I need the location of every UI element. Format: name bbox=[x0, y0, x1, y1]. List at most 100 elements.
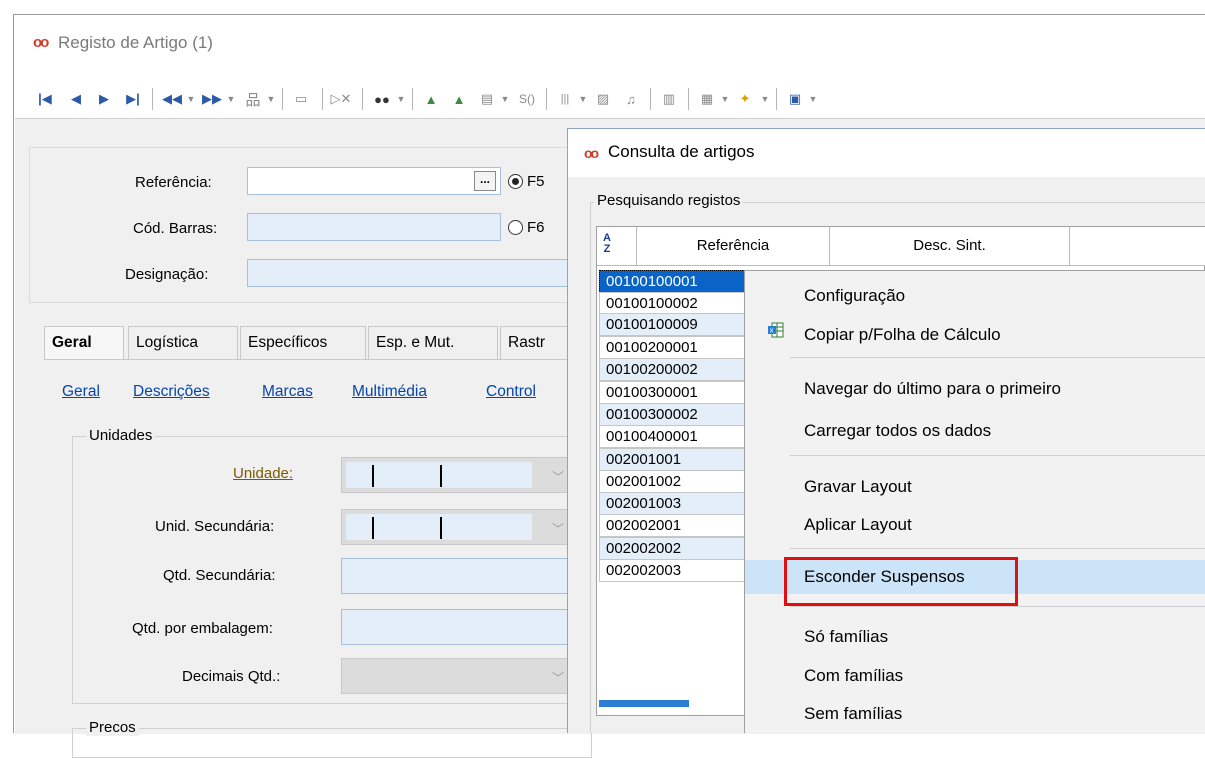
menu-separator bbox=[790, 548, 1205, 549]
table-row[interactable]: 002001003 bbox=[599, 492, 745, 515]
forward-icon[interactable]: ▶▶ bbox=[200, 90, 224, 108]
image-icon[interactable]: ▨ bbox=[592, 90, 614, 108]
hierarchy-icon[interactable]: 品 bbox=[242, 90, 264, 109]
chart-icon[interactable]: ▥ bbox=[658, 90, 680, 108]
tab-geral[interactable]: Geral bbox=[44, 326, 124, 360]
app-logo-icon: oo bbox=[33, 34, 49, 51]
unidade-separator bbox=[372, 465, 374, 487]
table-row[interactable]: 00100400001 bbox=[599, 425, 745, 448]
toolbar-separator bbox=[282, 88, 283, 110]
qtd-embalagem-input[interactable] bbox=[341, 609, 573, 645]
dropdown-arrow-icon[interactable]: ▼ bbox=[500, 90, 510, 108]
last-record-icon[interactable]: ▶| bbox=[124, 90, 142, 108]
codbarras-label: Cód. Barras: bbox=[133, 220, 218, 237]
menu-item-carregar-todos-dados[interactable]: Carregar todos os dados bbox=[745, 414, 1205, 448]
table-row[interactable]: 00100100002 bbox=[599, 292, 745, 315]
horizontal-scrollbar[interactable] bbox=[599, 700, 689, 707]
unid-secundaria-select[interactable]: ﹀ bbox=[341, 509, 571, 545]
app-logo-icon: oo bbox=[584, 145, 599, 161]
dialog-title: Consulta de artigos bbox=[608, 142, 755, 161]
tab-especificos[interactable]: Específicos bbox=[240, 326, 366, 360]
table-row[interactable]: 00100300002 bbox=[599, 403, 745, 426]
music-icon[interactable]: ♫ bbox=[620, 90, 642, 108]
table-row[interactable]: 002002001 bbox=[599, 514, 745, 537]
dropdown-arrow-icon[interactable]: ▼ bbox=[186, 90, 196, 108]
subtab-multimedia[interactable]: Multimédia bbox=[352, 383, 427, 401]
copy-icon[interactable]: ▣ bbox=[784, 90, 806, 108]
binoculars-icon[interactable]: ●● bbox=[370, 90, 394, 108]
table-row[interactable]: 00100200001 bbox=[599, 336, 745, 359]
menu-item-configuracao[interactable]: Configuração bbox=[745, 279, 1205, 313]
formula-icon[interactable]: S() bbox=[514, 90, 540, 108]
calculator-icon[interactable]: ▦ bbox=[696, 90, 718, 108]
table-row[interactable]: 002002002 bbox=[599, 537, 745, 560]
dropdown-arrow-icon[interactable]: ▼ bbox=[760, 90, 770, 108]
menu-item-label: Configuração bbox=[804, 286, 906, 305]
window-border bbox=[0, 14, 14, 733]
dropdown-arrow-icon[interactable]: ▼ bbox=[808, 90, 818, 108]
dropdown-arrow-icon[interactable]: ▼ bbox=[720, 90, 730, 108]
designacao-input[interactable] bbox=[247, 259, 577, 287]
subtab-control[interactable]: Control bbox=[486, 383, 536, 401]
table-row[interactable]: 00100100009 bbox=[599, 313, 745, 336]
menu-item-so-familias[interactable]: Só famílias bbox=[745, 620, 1205, 654]
codbarras-input[interactable] bbox=[247, 213, 501, 241]
table-row[interactable]: 00100100001 bbox=[599, 270, 745, 293]
menu-item-label: Sem famílias bbox=[804, 704, 903, 723]
subtab-geral[interactable]: Geral bbox=[62, 383, 100, 401]
sort-az-icon: AZ bbox=[603, 232, 611, 255]
toolbar-separator bbox=[362, 88, 363, 110]
referencia-input[interactable] bbox=[247, 167, 501, 195]
import-icon[interactable]: ▲ bbox=[420, 90, 442, 108]
f5-radio[interactable] bbox=[508, 174, 523, 189]
menu-item-label: Copiar p/Folha de Cálculo bbox=[804, 325, 1001, 344]
qtd-secundaria-input[interactable] bbox=[341, 558, 573, 594]
first-record-icon[interactable]: |◀ bbox=[36, 90, 54, 108]
menu-item-aplicar-layout[interactable]: Aplicar Layout bbox=[745, 508, 1205, 542]
menu-item-copiar-folha-calculo[interactable]: Copiar p/Folha de Cálculo bbox=[745, 318, 1205, 352]
menu-item-label: Navegar do último para o primeiro bbox=[804, 379, 1062, 398]
table-row[interactable]: 002002003 bbox=[599, 559, 745, 582]
table-row[interactable]: 002001001 bbox=[599, 448, 745, 471]
column-header-desc-sint[interactable]: Desc. Sint. bbox=[830, 227, 1070, 265]
export-icon[interactable]: ▲ bbox=[448, 90, 470, 108]
delete-icon[interactable]: ▷✕ bbox=[330, 90, 352, 108]
unidade-select[interactable]: ﹀ bbox=[341, 457, 571, 493]
dropdown-arrow-icon[interactable]: ▼ bbox=[578, 90, 588, 108]
wand-icon[interactable]: ✦ bbox=[734, 90, 756, 108]
tab-esp-mut[interactable]: Esp. e Mut. bbox=[368, 326, 498, 360]
menu-item-sem-familias[interactable]: Sem famílias bbox=[745, 697, 1205, 731]
unid-secundaria-label: Unid. Secundária: bbox=[155, 518, 275, 535]
subtab-marcas[interactable]: Marcas bbox=[262, 383, 313, 401]
barcode-icon[interactable]: ||| bbox=[554, 90, 576, 108]
sort-column-header[interactable]: AZ bbox=[597, 227, 637, 265]
referencia-lookup-button[interactable]: ... bbox=[474, 171, 496, 191]
f6-radio[interactable] bbox=[508, 220, 523, 235]
column-header-referencia[interactable]: Referência bbox=[637, 227, 830, 265]
table-row[interactable]: 00100200002 bbox=[599, 358, 745, 381]
dropdown-arrow-icon[interactable]: ▼ bbox=[396, 90, 406, 108]
next-record-icon[interactable]: ▶ bbox=[96, 90, 112, 108]
edit-icon[interactable]: ▭ bbox=[290, 90, 312, 108]
table-row[interactable]: 002001002 bbox=[599, 470, 745, 493]
toolbar-separator bbox=[152, 88, 153, 110]
table-row[interactable]: 00100300001 bbox=[599, 381, 745, 404]
unidades-group-title: Unidades bbox=[86, 427, 156, 444]
menu-separator bbox=[790, 357, 1205, 358]
f5-label: F5 bbox=[527, 173, 545, 190]
prev-record-icon[interactable]: ◀ bbox=[68, 90, 84, 108]
print-icon[interactable]: ▤ bbox=[476, 90, 498, 108]
chevron-down-icon: ﹀ bbox=[551, 671, 564, 685]
tab-rastr[interactable]: Rastr bbox=[500, 326, 570, 360]
menu-item-com-familias[interactable]: Com famílias bbox=[745, 659, 1205, 693]
decimais-select[interactable]: ﹀ bbox=[341, 658, 571, 694]
rewind-icon[interactable]: ◀◀ bbox=[160, 90, 184, 108]
tab-logistica[interactable]: Logística bbox=[128, 326, 238, 360]
menu-item-label: Só famílias bbox=[804, 627, 889, 646]
unidade-label[interactable]: Unidade: bbox=[233, 465, 293, 482]
menu-item-navegar-ultimo-primeiro[interactable]: Navegar do último para o primeiro bbox=[745, 372, 1205, 406]
menu-item-gravar-layout[interactable]: Gravar Layout bbox=[745, 470, 1205, 504]
dropdown-arrow-icon[interactable]: ▼ bbox=[266, 90, 276, 108]
subtab-descricoes[interactable]: Descrições bbox=[133, 383, 210, 401]
dropdown-arrow-icon[interactable]: ▼ bbox=[226, 90, 236, 108]
